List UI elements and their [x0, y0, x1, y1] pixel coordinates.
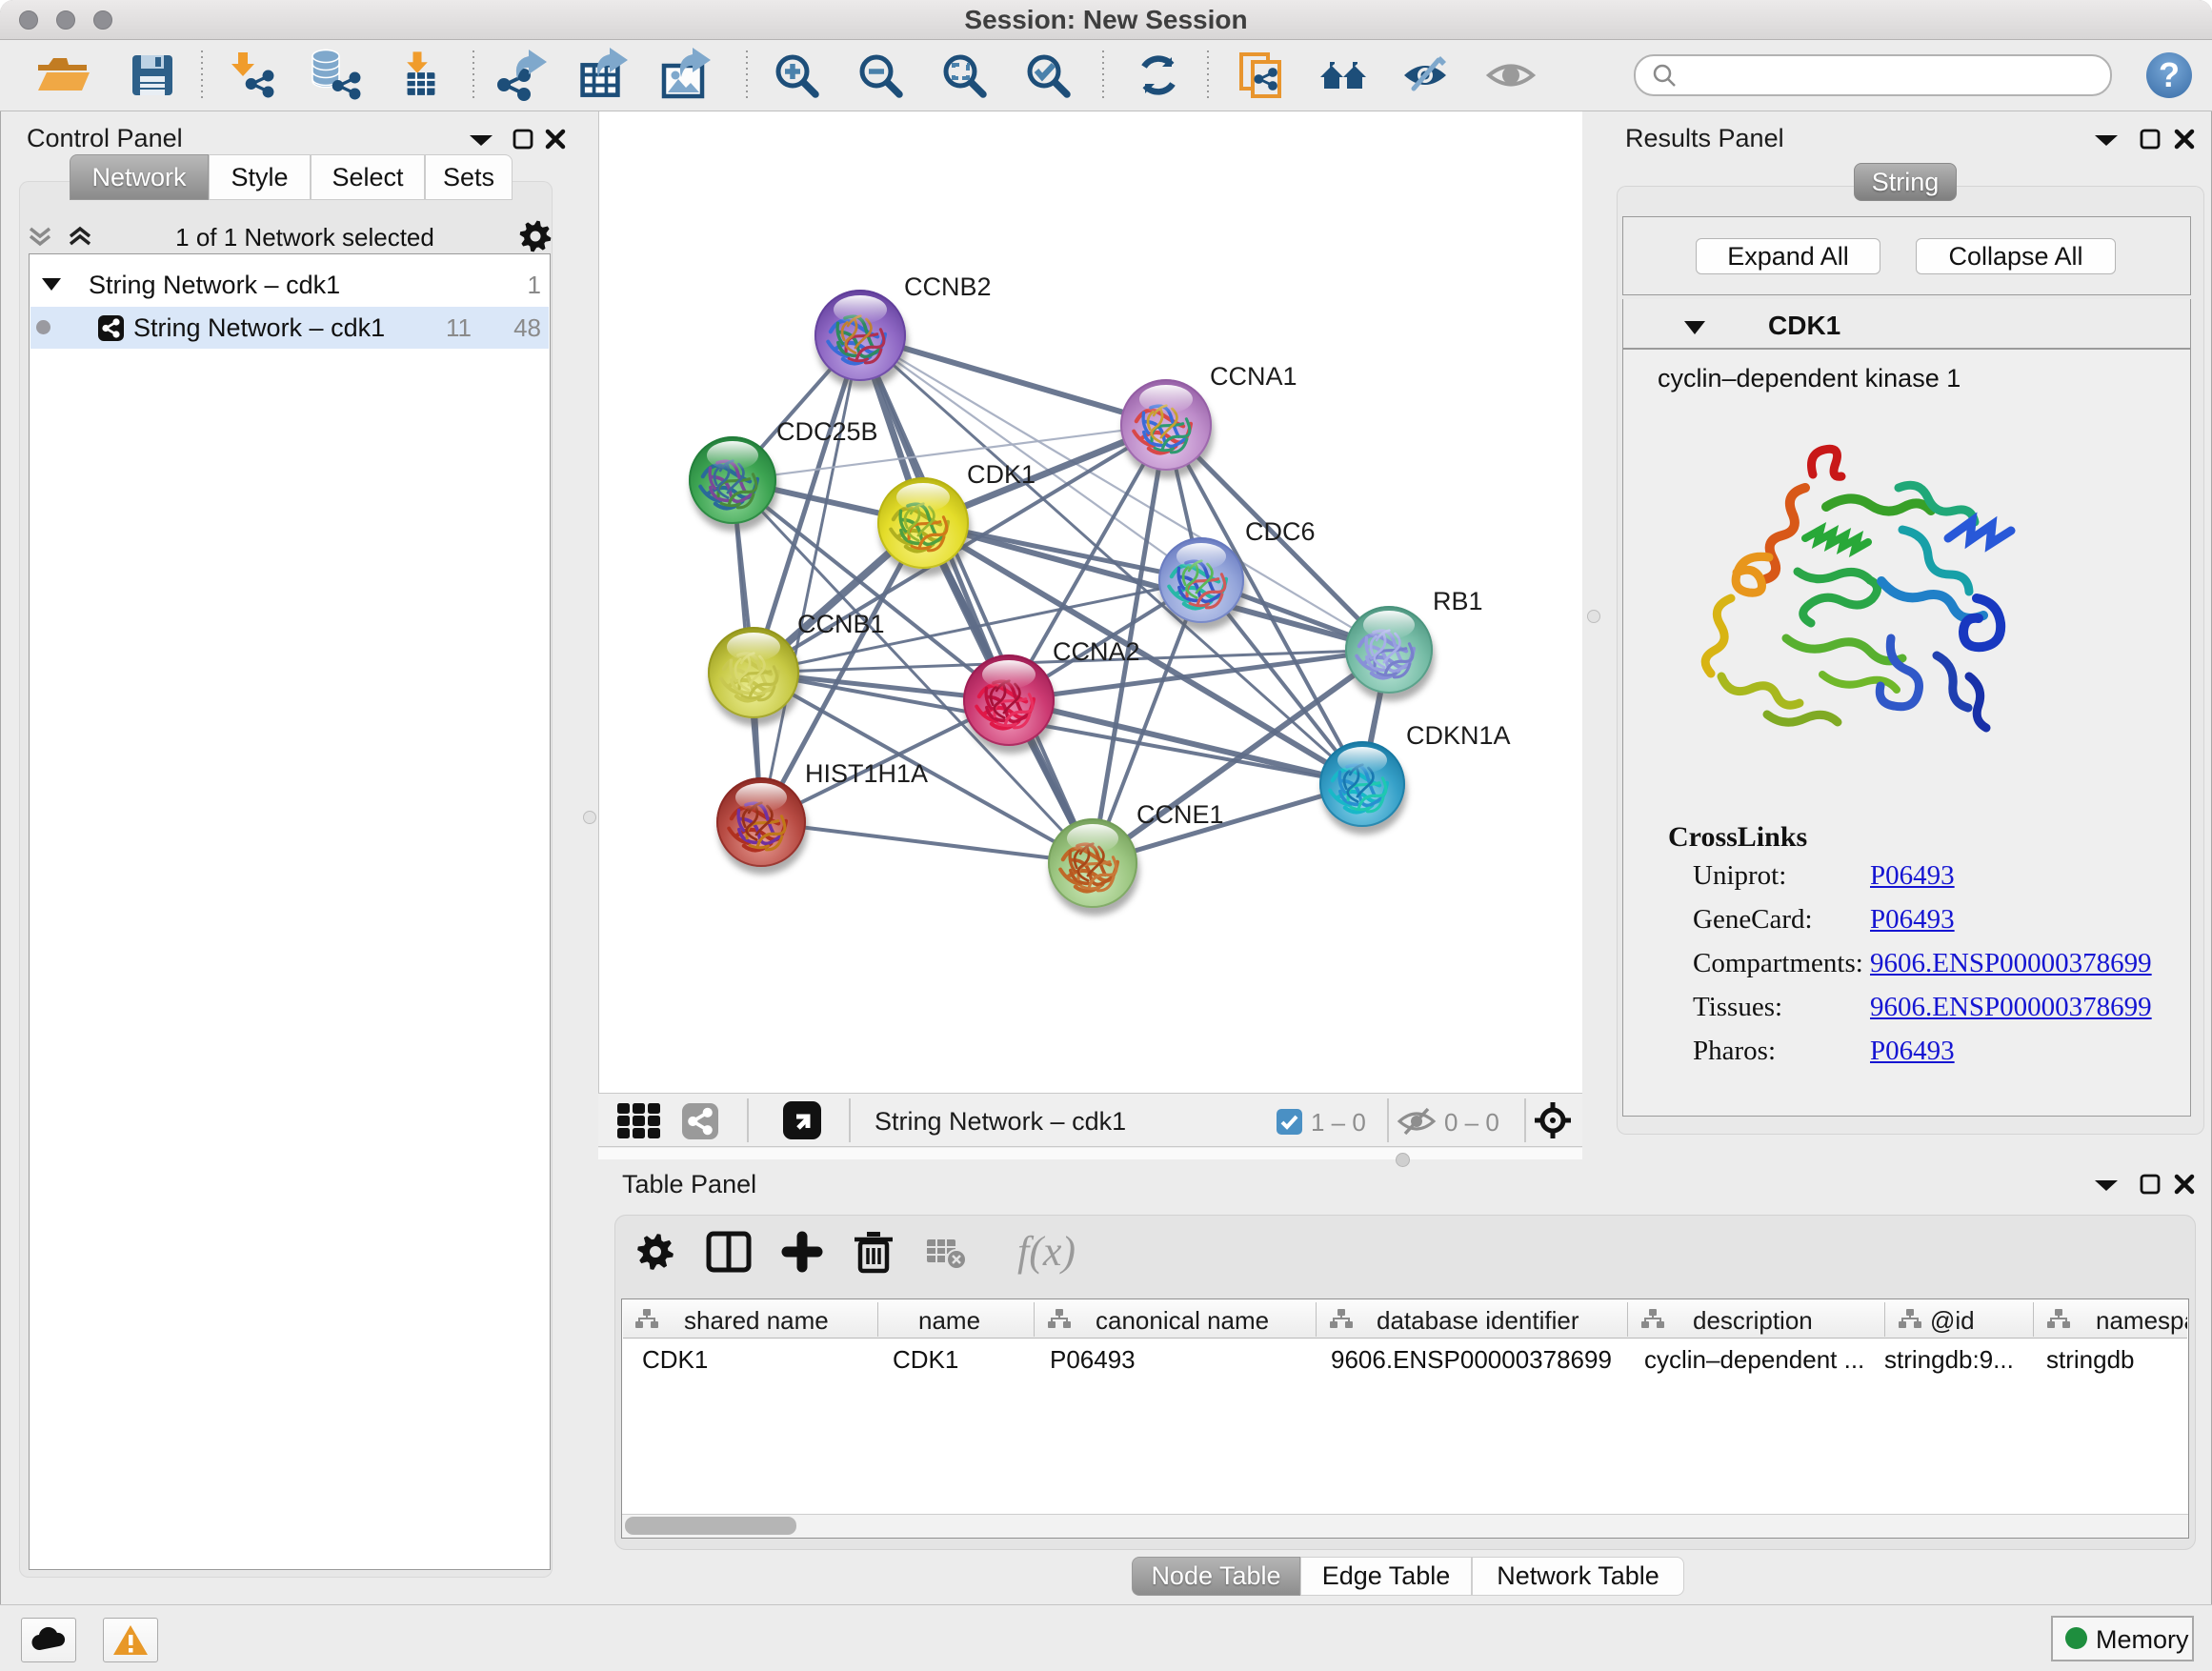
svg-text:?: ? — [2159, 55, 2180, 94]
svg-text:CCNA1: CCNA1 — [1210, 362, 1297, 391]
svg-text:CCNE1: CCNE1 — [1136, 800, 1224, 829]
svg-text:CCNA2: CCNA2 — [1053, 637, 1140, 666]
svg-text:CDK1: CDK1 — [967, 460, 1036, 489]
svg-text:CCNB2: CCNB2 — [904, 272, 992, 301]
svg-text:CCNB1: CCNB1 — [797, 610, 885, 638]
svg-text:f(x): f(x) — [1017, 1228, 1076, 1275]
svg-text:RB1: RB1 — [1433, 587, 1483, 615]
svg-text:CDKN1A: CDKN1A — [1406, 721, 1511, 750]
svg-text:CDC25B: CDC25B — [776, 417, 878, 446]
svg-text:HIST1H1A: HIST1H1A — [805, 759, 928, 788]
svg-text:CDC6: CDC6 — [1245, 517, 1316, 546]
